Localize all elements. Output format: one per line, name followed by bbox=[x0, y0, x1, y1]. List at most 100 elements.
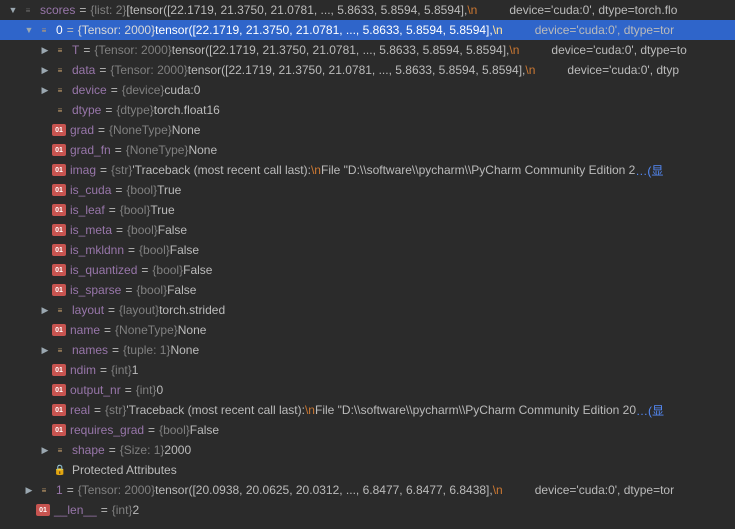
variable-row[interactable]: 01name={NoneType} None bbox=[0, 320, 735, 340]
expand-arrow-icon[interactable]: ▶ bbox=[38, 303, 52, 317]
variable-row[interactable]: ▶≡T={Tensor: 2000} tensor([22.1719, 21.3… bbox=[0, 40, 735, 60]
variable-name: output_nr bbox=[70, 383, 121, 397]
variable-name: __len__ bbox=[54, 503, 97, 517]
variable-name: T bbox=[72, 43, 79, 57]
variable-row[interactable]: ▼≡0={Tensor: 2000} tensor([22.1719, 21.3… bbox=[0, 20, 735, 40]
variable-row[interactable]: ▼≡scores={list: 2} [tensor([22.1719, 21.… bbox=[0, 0, 735, 20]
variable-name: 0 bbox=[56, 23, 63, 37]
value-continuation: File "D:\\software\\pycharm\\PyCharm Com… bbox=[315, 403, 636, 417]
escape-seq: \n bbox=[467, 3, 477, 17]
field-icon: 01 bbox=[52, 424, 66, 436]
variable-row[interactable]: 01imag={str} 'Traceback (most recent cal… bbox=[0, 160, 735, 180]
variable-value: True bbox=[150, 203, 174, 217]
variable-row[interactable]: 01is_mkldnn={bool} False bbox=[0, 240, 735, 260]
expand-arrow-icon bbox=[22, 503, 36, 517]
field-icon: 01 bbox=[52, 264, 66, 276]
variable-row[interactable]: 01grad={NoneType} None bbox=[0, 120, 735, 140]
variable-value: 2 bbox=[132, 503, 139, 517]
variable-value: torch.strided bbox=[159, 303, 225, 317]
type-hint: {Tensor: 2000} bbox=[94, 43, 171, 57]
variable-name: 1 bbox=[56, 483, 63, 497]
variable-row[interactable]: 01is_leaf={bool} True bbox=[0, 200, 735, 220]
escape-seq: \n bbox=[311, 163, 321, 177]
type-hint: {str} bbox=[105, 403, 126, 417]
list-icon: ≡ bbox=[20, 3, 36, 17]
variable-value: [tensor([22.1719, 21.3750, 21.0781, ...,… bbox=[126, 3, 467, 17]
expand-arrow-icon[interactable]: ▼ bbox=[6, 3, 20, 17]
variable-value: tensor([22.1719, 21.3750, 21.0781, ..., … bbox=[188, 63, 526, 77]
field-icon: 01 bbox=[52, 164, 66, 176]
variable-row[interactable]: 01is_sparse={bool} False bbox=[0, 280, 735, 300]
expand-arrow-icon[interactable]: ▶ bbox=[22, 483, 36, 497]
field-icon: 01 bbox=[52, 284, 66, 296]
variable-row[interactable]: ▶≡names={tuple: 1} None bbox=[0, 340, 735, 360]
expand-arrow-icon[interactable]: ▼ bbox=[22, 23, 36, 37]
variable-name: is_sparse bbox=[70, 283, 121, 297]
object-icon: ≡ bbox=[52, 443, 68, 457]
variable-name: is_leaf bbox=[70, 203, 105, 217]
variable-name: imag bbox=[70, 163, 96, 177]
variable-value: None bbox=[172, 123, 201, 137]
variable-row[interactable]: 01requires_grad={bool} False bbox=[0, 420, 735, 440]
variable-row[interactable]: ▶≡data={Tensor: 2000} tensor([22.1719, 2… bbox=[0, 60, 735, 80]
variable-row[interactable]: 01output_nr={int} 0 bbox=[0, 380, 735, 400]
variable-row[interactable]: ▶≡shape={Size: 1} 2000 bbox=[0, 440, 735, 460]
variable-name: device bbox=[72, 83, 107, 97]
variable-value: None bbox=[188, 143, 217, 157]
expand-arrow-icon[interactable]: ▶ bbox=[38, 43, 52, 57]
variable-name: is_quantized bbox=[70, 263, 137, 277]
object-icon: ≡ bbox=[52, 303, 68, 317]
variable-value: 2000 bbox=[164, 443, 191, 457]
type-hint: {bool} bbox=[127, 223, 158, 237]
variable-row[interactable]: ▶≡layout={layout} torch.strided bbox=[0, 300, 735, 320]
expand-arrow-icon bbox=[38, 243, 52, 257]
field-icon: 01 bbox=[52, 364, 66, 376]
expand-arrow-icon bbox=[38, 223, 52, 237]
variable-row[interactable]: 01grad_fn={NoneType} None bbox=[0, 140, 735, 160]
variable-name: names bbox=[72, 343, 108, 357]
type-hint: {bool} bbox=[152, 263, 183, 277]
object-icon: ≡ bbox=[52, 103, 68, 117]
expand-arrow-icon bbox=[38, 163, 52, 177]
value-continuation: device='cuda:0', dtype=tor bbox=[535, 23, 674, 37]
expand-arrow-icon[interactable]: ▶ bbox=[38, 83, 52, 97]
variable-row[interactable]: 01__len__={int} 2 bbox=[0, 500, 735, 520]
expand-arrow-icon bbox=[38, 403, 52, 417]
variable-name: grad_fn bbox=[70, 143, 111, 157]
variable-row[interactable]: 🔒Protected Attributes bbox=[0, 460, 735, 480]
variable-name: data bbox=[72, 63, 95, 77]
expand-arrow-icon bbox=[38, 423, 52, 437]
expand-arrow-icon bbox=[38, 463, 52, 477]
variable-row[interactable]: 01is_quantized={bool} False bbox=[0, 260, 735, 280]
type-hint: {bool} bbox=[126, 183, 157, 197]
variable-row[interactable]: 01real={str} 'Traceback (most recent cal… bbox=[0, 400, 735, 420]
field-icon: 01 bbox=[52, 384, 66, 396]
type-hint: {bool} bbox=[120, 203, 151, 217]
view-more-link[interactable]: …(显 bbox=[635, 162, 663, 179]
variable-row[interactable]: 01is_meta={bool} False bbox=[0, 220, 735, 240]
field-icon: 01 bbox=[52, 404, 66, 416]
variable-row[interactable]: 01is_cuda={bool} True bbox=[0, 180, 735, 200]
expand-arrow-icon[interactable]: ▶ bbox=[38, 343, 52, 357]
escape-seq: \n bbox=[493, 483, 503, 497]
object-icon: ≡ bbox=[52, 43, 68, 57]
value-continuation: device='cuda:0', dtype=tor bbox=[535, 483, 674, 497]
expand-arrow-icon bbox=[38, 283, 52, 297]
variable-row[interactable]: ≡dtype={dtype} torch.float16 bbox=[0, 100, 735, 120]
expand-arrow-icon[interactable]: ▶ bbox=[38, 443, 52, 457]
type-hint: {bool} bbox=[136, 283, 167, 297]
type-hint: {NoneType} bbox=[115, 323, 178, 337]
variable-row[interactable]: ▶≡device={device} cuda:0 bbox=[0, 80, 735, 100]
variable-row[interactable]: 01ndim={int} 1 bbox=[0, 360, 735, 380]
lock-icon: 🔒 bbox=[52, 463, 68, 477]
field-icon: 01 bbox=[52, 124, 66, 136]
object-icon: ≡ bbox=[52, 343, 68, 357]
variable-row[interactable]: ▶≡1={Tensor: 2000} tensor([20.0938, 20.0… bbox=[0, 480, 735, 500]
field-icon: 01 bbox=[52, 144, 66, 156]
expand-arrow-icon bbox=[38, 183, 52, 197]
field-icon: 01 bbox=[52, 244, 66, 256]
view-more-link[interactable]: …(显 bbox=[636, 402, 664, 419]
variable-value: False bbox=[158, 223, 187, 237]
variable-value: cuda:0 bbox=[164, 83, 200, 97]
expand-arrow-icon[interactable]: ▶ bbox=[38, 63, 52, 77]
